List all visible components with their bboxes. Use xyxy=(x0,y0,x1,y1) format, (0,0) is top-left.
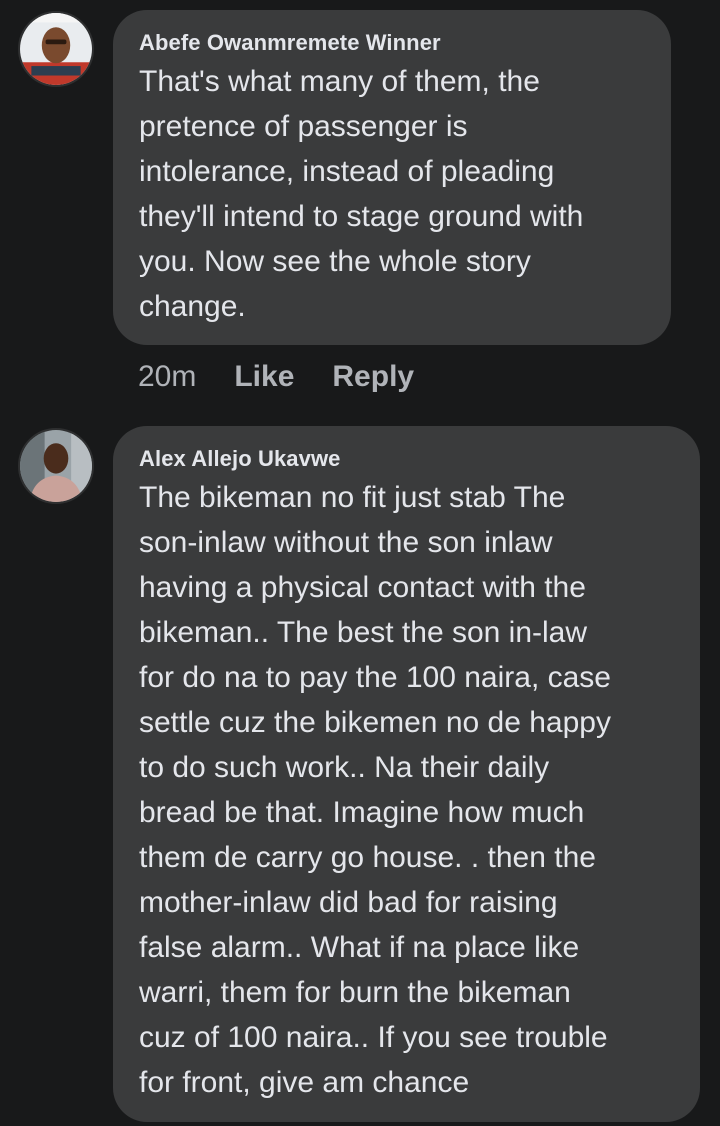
profile-photo xyxy=(20,430,92,502)
comment-bubble[interactable]: Abefe Owanmremete Winner That's what man… xyxy=(113,10,671,345)
comment-text: The bikeman no fit just stab The son-inl… xyxy=(139,481,611,1099)
reply-button[interactable]: Reply xyxy=(332,360,414,394)
profile-photo xyxy=(20,13,92,85)
comment-actions: 20m Like Reply xyxy=(138,360,414,394)
like-button[interactable]: Like xyxy=(234,360,294,394)
comment-bubble[interactable]: Alex Allejo Ukavwe The bikeman no fit ju… xyxy=(113,426,700,1122)
comment-timestamp[interactable]: 20m xyxy=(138,360,196,394)
comment-author[interactable]: Abefe Owanmremete Winner xyxy=(139,30,645,56)
comment-text: That's what many of them, the pretence o… xyxy=(139,65,584,323)
avatar[interactable] xyxy=(18,428,94,504)
comment-author[interactable]: Alex Allejo Ukavwe xyxy=(139,446,674,472)
avatar[interactable] xyxy=(18,11,94,87)
